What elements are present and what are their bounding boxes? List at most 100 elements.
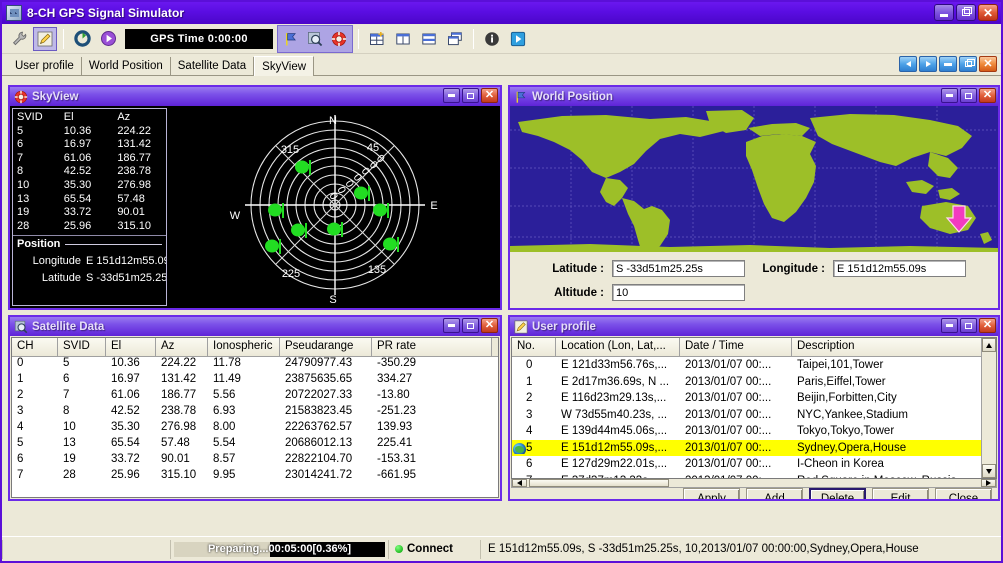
skyview-info-panel: SVID El Az 5 10.36 224.22 6 16.97 131.42… [12, 108, 167, 306]
minimize-button[interactable] [934, 4, 954, 21]
tile-horizontal-button[interactable] [417, 27, 441, 51]
skyview-position-header: Position [13, 235, 166, 250]
column-header-no[interactable]: No. [512, 338, 556, 356]
delete-button[interactable]: Delete [809, 488, 866, 499]
column-header-el[interactable]: El [106, 338, 156, 356]
run-button[interactable] [506, 27, 530, 51]
latitude-label: Latitude : [552, 262, 604, 275]
userprofile-maximize-button[interactable] [960, 318, 977, 333]
table-row[interactable]: 7 28 25.96 315.10 9.95 23014241.72 -661.… [12, 469, 498, 485]
close-child-button[interactable]: ✕ [979, 56, 997, 72]
user-profile-titlebar[interactable]: User profile ✕ [510, 317, 998, 336]
progress-bar: Preparing...00:05:00[0.36%] [174, 541, 385, 557]
column-header-svid[interactable]: SVID [58, 338, 106, 356]
satdata-close-button[interactable]: ✕ [481, 318, 498, 333]
skyview-title: SkyView [32, 90, 79, 103]
edit-profile-button[interactable] [33, 26, 57, 51]
tab-satellite-data[interactable]: Satellite Data [170, 57, 255, 75]
list-item[interactable]: 0 E 121d33m56.76s,... 2013/01/07 00:... … [512, 357, 996, 374]
column-header-az[interactable]: Az [156, 338, 208, 356]
worldpos-maximize-button[interactable] [960, 88, 977, 103]
worldpos-close-button[interactable]: ✕ [979, 88, 996, 103]
table-row[interactable]: 6 19 33.72 90.01 8.57 22822104.70 -153.3… [12, 453, 498, 469]
close-button[interactable]: ✕ [978, 4, 998, 21]
column-header-datetime[interactable]: Date / Time [680, 338, 792, 356]
table-row[interactable]: 4 10 35.30 276.98 8.00 22263762.57 139.9… [12, 421, 498, 437]
table-row[interactable]: 5 13 65.54 57.48 5.54 20686012.13 225.41 [12, 437, 498, 453]
tile-vertical-button[interactable] [391, 27, 415, 51]
skyview-polar-plot[interactable]: N E S W 45 135 225 315 0 0 0 0 0 0 0 [169, 106, 500, 308]
world-position-titlebar[interactable]: World Position ✕ [510, 87, 998, 106]
column-header-location[interactable]: Location (Lon, Lat,... [556, 338, 680, 356]
column-header-pr-rate[interactable]: PR rate [372, 338, 492, 356]
skyview-button[interactable] [327, 27, 351, 51]
reset-button[interactable] [70, 27, 94, 51]
latitude-input[interactable]: S -33d51m25.25s [612, 260, 745, 277]
satellite-data-header: CH SVID El Az Ionospheric Pseudarange PR… [12, 338, 498, 357]
column-header-pseudarange[interactable]: Pseudarange [280, 338, 372, 356]
close-button-profile[interactable]: Close [935, 488, 992, 499]
restore-button[interactable] [956, 4, 976, 21]
tab-skyview[interactable]: SkyView [254, 56, 315, 76]
table-row[interactable]: 2 7 61.06 186.77 5.56 20722027.33 -13.80 [12, 389, 498, 405]
flag-icon [286, 32, 296, 45]
list-item-selected[interactable]: 5 E 151d12m55.09s,... 2013/01/07 00:... … [512, 439, 996, 456]
scroll-right-button[interactable] [981, 479, 996, 487]
scroll-up-button[interactable] [982, 338, 996, 352]
satdata-maximize-button[interactable] [462, 318, 479, 333]
skyview-minimize-button[interactable] [443, 88, 460, 103]
tab-user-profile[interactable]: User profile [8, 57, 82, 75]
list-item[interactable]: 7 E 37d37m13.33s, ... 2013/01/07 00:... … [512, 473, 996, 478]
altitude-input[interactable]: 10 [612, 284, 745, 301]
edit-button[interactable]: Edit [872, 488, 929, 499]
table-row[interactable]: 3 8 42.52 238.78 6.93 21583823.45 -251.2… [12, 405, 498, 421]
magnifier-icon [14, 320, 28, 333]
info-button[interactable] [480, 27, 504, 51]
table-row[interactable]: 1 6 16.97 131.42 11.49 23875635.65 334.2… [12, 373, 498, 389]
scroll-thumb[interactable] [529, 479, 669, 487]
longitude-input[interactable]: E 151d12m55.09s [833, 260, 966, 277]
minimize-child-button[interactable] [939, 56, 957, 72]
list-item[interactable]: 6 E 127d29m22.01s,... 2013/01/07 00:... … [512, 456, 996, 473]
tile-windows-button[interactable] [365, 27, 389, 51]
skyview-maximize-button[interactable] [462, 88, 479, 103]
flag-view-button[interactable] [279, 27, 303, 51]
userprofile-close-button[interactable]: ✕ [979, 318, 996, 333]
skyview-titlebar[interactable]: SkyView ✕ [10, 87, 500, 106]
user-profile-title: User profile [532, 320, 596, 333]
scroll-left-button[interactable] [512, 479, 527, 487]
worldpos-minimize-button[interactable] [941, 88, 958, 103]
satdata-minimize-button[interactable] [443, 318, 460, 333]
column-header-ch[interactable]: CH [12, 338, 58, 356]
skyview-close-button[interactable]: ✕ [481, 88, 498, 103]
window-title: 8-CH GPS Signal Simulator [27, 6, 185, 20]
apply-button[interactable]: Apply [683, 488, 740, 499]
list-item[interactable]: 2 E 116d23m29.13s,... 2013/01/07 00:... … [512, 390, 996, 407]
world-map[interactable] [510, 106, 998, 252]
scroll-down-button[interactable] [982, 464, 996, 478]
latitude-label: Latitude [41, 272, 81, 285]
restore-child-button[interactable] [959, 56, 977, 72]
wrench-button[interactable] [7, 27, 31, 51]
column-header-ionospheric[interactable]: Ionospheric [208, 338, 280, 356]
play-button[interactable] [96, 27, 120, 51]
add-button[interactable]: Add [746, 488, 803, 499]
gps-time-display: GPS Time 0:00:00 [125, 28, 273, 49]
list-item[interactable]: 3 W 73d55m40.23s, ... 2013/01/07 00:... … [512, 407, 996, 424]
previous-window-button[interactable] [899, 56, 917, 72]
divider [65, 243, 162, 245]
world-position-body: Latitude : S -33d51m25.25s Longitude : E… [510, 106, 998, 308]
column-header-description[interactable]: Description [792, 338, 996, 356]
list-item[interactable]: 4 E 139d44m45.06s,... 2013/01/07 00:... … [512, 423, 996, 440]
list-item[interactable]: 1 E 2d17m36.69s, N ... 2013/01/07 00:...… [512, 374, 996, 391]
cascade-windows-button[interactable] [443, 27, 467, 51]
tab-world-position[interactable]: World Position [81, 57, 171, 75]
next-window-button[interactable] [919, 56, 937, 72]
satellite-data-titlebar[interactable]: Satellite Data ✕ [10, 317, 500, 336]
horizontal-scrollbar[interactable] [511, 479, 997, 488]
satellite-view-button[interactable] [303, 27, 327, 51]
table-row[interactable]: 0 5 10.36 224.22 11.78 24790977.43 -350.… [12, 357, 498, 373]
vertical-scrollbar[interactable] [981, 338, 996, 478]
status-progress-cell: Preparing...00:05:00[0.36%] [170, 539, 388, 559]
userprofile-minimize-button[interactable] [941, 318, 958, 333]
